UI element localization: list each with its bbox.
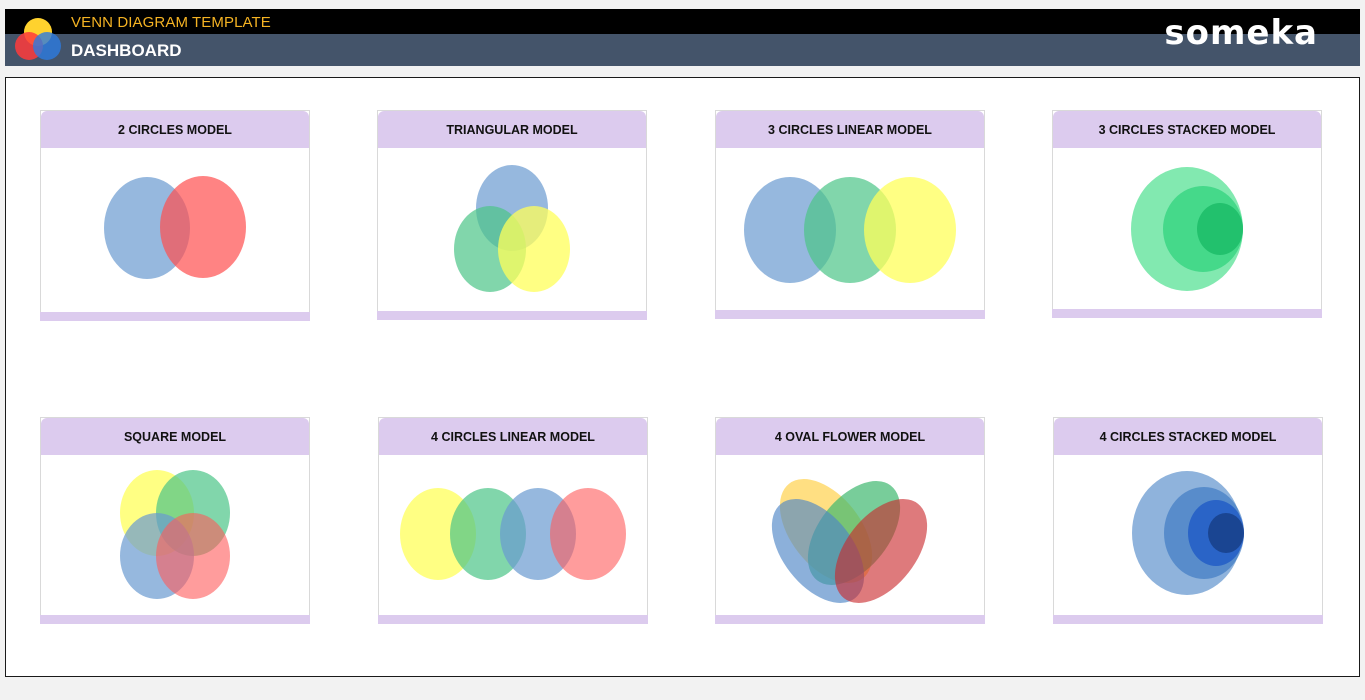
card-three-circles-stacked-model[interactable]: 3 CIRCLES STACKED MODEL <box>1052 110 1322 318</box>
brand-logo[interactable]: someka <box>1164 13 1318 53</box>
card-title: 4 OVAL FLOWER MODEL <box>716 418 984 455</box>
card-footer-bar <box>715 310 985 319</box>
card-footer-bar <box>1052 309 1322 318</box>
dashboard-panel: 2 CIRCLES MODEL TRIANGULAR MODEL 3 CIRCL… <box>5 77 1360 677</box>
card-four-circles-stacked-model[interactable]: 4 CIRCLES STACKED MODEL <box>1053 417 1323 624</box>
diagram-three-circles-linear <box>716 148 984 312</box>
card-title: 2 CIRCLES MODEL <box>41 111 309 148</box>
card-four-circles-linear-model[interactable]: 4 CIRCLES LINEAR MODEL <box>378 417 648 624</box>
card-three-circles-linear-model[interactable]: 3 CIRCLES LINEAR MODEL <box>715 110 985 319</box>
page-title: DASHBOARD <box>71 41 182 60</box>
circle-b <box>160 176 246 278</box>
card-title: SQUARE MODEL <box>41 418 309 455</box>
venn-logo-icon <box>15 18 61 60</box>
diagram-four-circles-stacked <box>1054 455 1322 619</box>
diagram-three-circles-stacked <box>1053 148 1321 312</box>
card-footer-bar <box>1053 615 1323 624</box>
diagram-four-oval-flower <box>716 455 984 619</box>
app-header: VENN DIAGRAM TEMPLATE DASHBOARD someka <box>5 9 1360 66</box>
card-footer-bar <box>40 312 310 321</box>
diagram-square <box>41 455 309 619</box>
card-square-model[interactable]: SQUARE MODEL <box>40 417 310 624</box>
diagram-two-circles <box>41 148 309 312</box>
header-bottom-bar <box>5 34 1360 66</box>
window-top-strip <box>0 0 1365 8</box>
card-footer-bar <box>377 311 647 320</box>
card-title: 3 CIRCLES STACKED MODEL <box>1053 111 1321 148</box>
card-footer-bar <box>378 615 648 624</box>
card-title: 3 CIRCLES LINEAR MODEL <box>716 111 984 148</box>
app-title: VENN DIAGRAM TEMPLATE <box>71 14 271 31</box>
card-footer-bar <box>40 615 310 624</box>
card-title: 4 CIRCLES LINEAR MODEL <box>379 418 647 455</box>
card-four-oval-flower-model[interactable]: 4 OVAL FLOWER MODEL <box>715 417 985 624</box>
card-triangular-model[interactable]: TRIANGULAR MODEL <box>377 110 647 320</box>
card-title: 4 CIRCLES STACKED MODEL <box>1054 418 1322 455</box>
diagram-four-circles-linear <box>379 455 647 619</box>
card-two-circles-model[interactable]: 2 CIRCLES MODEL <box>40 110 310 321</box>
card-title: TRIANGULAR MODEL <box>378 111 646 148</box>
card-footer-bar <box>715 615 985 624</box>
diagram-triangular <box>378 148 646 312</box>
